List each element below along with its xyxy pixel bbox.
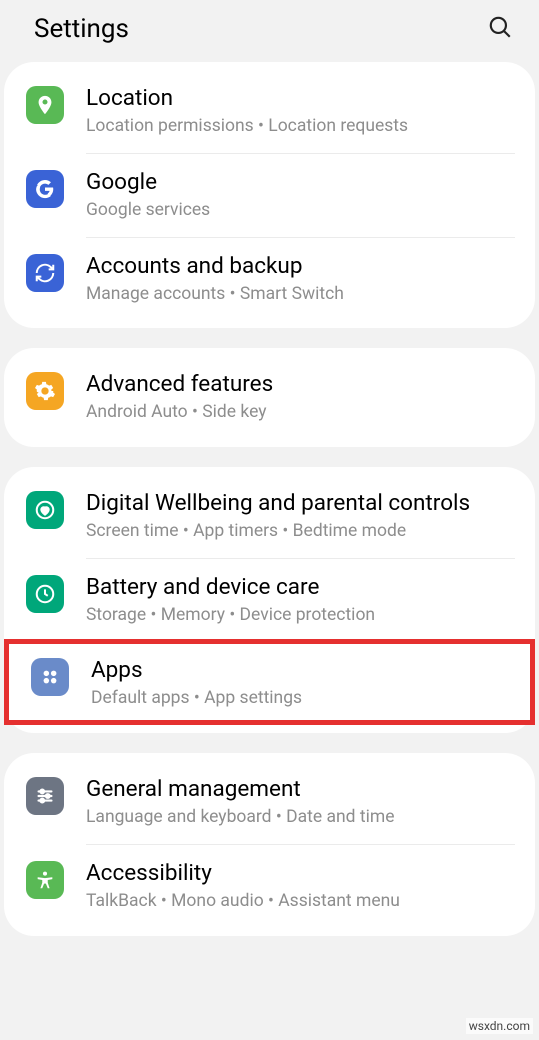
settings-item-title: Battery and device care <box>86 573 513 601</box>
battery-icon <box>26 575 64 613</box>
settings-item-text: Location Location permissions • Location … <box>86 84 513 139</box>
settings-item-title: Apps <box>91 656 508 684</box>
settings-item-digital-wellbeing-and-parental-controls[interactable]: Digital Wellbeing and parental controls S… <box>4 475 535 558</box>
settings-item-text: General management Language and keyboard … <box>86 775 513 830</box>
settings-item-subtitle: Storage • Memory • Device protection <box>86 604 513 628</box>
settings-item-text: Accounts and backup Manage accounts • Sma… <box>86 252 513 307</box>
settings-item-subtitle: Default apps • App settings <box>91 687 508 711</box>
settings-item-text: Accessibility TalkBack • Mono audio • Ass… <box>86 859 513 914</box>
settings-item-accounts-and-backup[interactable]: Accounts and backup Manage accounts • Sma… <box>4 238 535 321</box>
settings-item-title: General management <box>86 775 513 803</box>
backup-icon <box>26 254 64 292</box>
settings-group: General management Language and keyboard … <box>4 753 535 936</box>
google-icon <box>26 170 64 208</box>
a11y-icon <box>26 861 64 899</box>
settings-item-title: Accounts and backup <box>86 252 513 280</box>
wellbeing-icon <box>26 491 64 529</box>
settings-item-text: Apps Default apps • App settings <box>91 656 508 711</box>
watermark: wsxdn.com <box>466 1018 533 1034</box>
settings-item-google[interactable]: Google Google services <box>4 154 535 237</box>
settings-group: Digital Wellbeing and parental controls S… <box>4 467 535 733</box>
settings-item-text: Digital Wellbeing and parental controls S… <box>86 489 513 544</box>
settings-header: Settings <box>0 0 539 62</box>
location-icon <box>26 86 64 124</box>
search-icon <box>487 14 513 40</box>
settings-item-battery-and-device-care[interactable]: Battery and device care Storage • Memory … <box>4 559 535 642</box>
apps-icon <box>31 658 69 696</box>
settings-item-subtitle: Location permissions • Location requests <box>86 115 513 139</box>
settings-item-subtitle: Android Auto • Side key <box>86 401 513 425</box>
settings-item-title: Digital Wellbeing and parental controls <box>86 489 513 517</box>
settings-item-text: Advanced features Android Auto • Side key <box>86 370 513 425</box>
page-title: Settings <box>34 14 129 44</box>
settings-item-text: Battery and device care Storage • Memory … <box>86 573 513 628</box>
settings-item-apps[interactable]: Apps Default apps • App settings <box>4 639 535 726</box>
settings-item-subtitle: Google services <box>86 199 513 223</box>
settings-item-title: Advanced features <box>86 370 513 398</box>
search-button[interactable] <box>487 14 513 44</box>
sliders-icon <box>26 777 64 815</box>
settings-item-accessibility[interactable]: Accessibility TalkBack • Mono audio • Ass… <box>4 845 535 928</box>
settings-item-location[interactable]: Location Location permissions • Location … <box>4 70 535 153</box>
settings-item-subtitle: Manage accounts • Smart Switch <box>86 283 513 307</box>
settings-item-text: Google Google services <box>86 168 513 223</box>
settings-item-title: Accessibility <box>86 859 513 887</box>
settings-item-subtitle: Language and keyboard • Date and time <box>86 806 513 830</box>
settings-item-advanced-features[interactable]: Advanced features Android Auto • Side key <box>4 356 535 439</box>
settings-group: Advanced features Android Auto • Side key <box>4 348 535 447</box>
settings-item-subtitle: TalkBack • Mono audio • Assistant menu <box>86 890 513 914</box>
settings-item-title: Google <box>86 168 513 196</box>
settings-group: Location Location permissions • Location … <box>4 62 535 328</box>
settings-item-general-management[interactable]: General management Language and keyboard … <box>4 761 535 844</box>
settings-item-title: Location <box>86 84 513 112</box>
gear-icon <box>26 372 64 410</box>
settings-item-subtitle: Screen time • App timers • Bedtime mode <box>86 520 513 544</box>
